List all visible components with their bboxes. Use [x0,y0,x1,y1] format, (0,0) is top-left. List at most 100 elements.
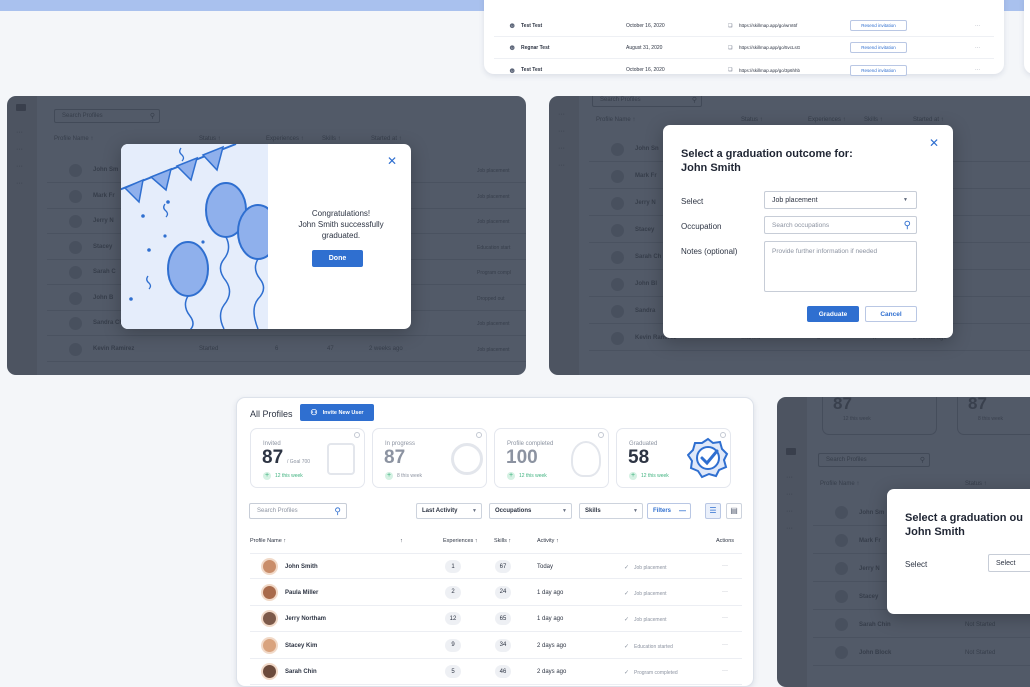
col-header-skills[interactable]: Skills ↑ [494,538,511,544]
table-row[interactable]: Stacey Kim 9 34 2 days ago ✓ Education starte… [250,633,742,659]
profile-name[interactable]: Sarah Chin [285,669,317,675]
invite-link[interactable]: https://skillmap.app/go/wrnt6f [739,23,797,28]
profile-name: John Sn [635,146,659,152]
more-actions-icon[interactable]: ··· [722,642,728,648]
graduation-modal-partial: Select a graduation ou John Smith Select… [887,489,1030,614]
avatar [611,143,624,156]
avatar [835,618,848,631]
col-header-name[interactable]: Profile Name ↑ [250,538,286,544]
occupations-value: Occupations [495,508,532,514]
invite-link[interactable]: https://skillmap.app/go/5vcLsG [739,45,800,50]
search-placeholder: Search Profiles [600,97,641,103]
invite-date: August 31, 2020 [626,44,663,51]
modal-title-line-1: Select a graduation ou [905,512,1023,524]
more-actions-icon[interactable]: ··· [722,563,728,569]
modal-title-line-2: John Smith [681,162,741,174]
congrats-line-2: John Smith successfully [298,220,384,229]
skills-dropdown[interactable]: Skills ▼ [579,503,643,519]
outcome-select[interactable]: Select [988,554,1030,572]
sort-dropdown[interactable]: Last Activity ▼ [416,503,482,519]
more-actions-icon[interactable]: ··· [722,668,728,674]
stat-value: 58 [628,447,650,468]
search-icon: ⚲ [691,97,697,104]
copy-link-icon[interactable]: ❏ [728,67,732,73]
cancel-button[interactable]: Cancel [865,306,917,322]
col-header-sort-arrow[interactable]: ↑ [400,538,403,544]
skills: 47 [327,345,334,352]
profile-name[interactable]: John Smith [285,564,318,570]
status: Not Started [965,650,996,656]
stat-value: 100 [506,447,538,468]
invite-new-user-button[interactable]: ⚇ Invite New User [300,404,374,421]
status: Started [199,345,219,352]
info-icon[interactable] [354,432,360,438]
info-icon[interactable] [720,432,726,438]
copy-link-icon[interactable]: ❏ [728,45,732,51]
stat-delta: 12 this week [275,473,303,479]
occupation-search-input[interactable]: Search occupations ⚲ [764,216,917,234]
outcome-select[interactable]: Job placement ▼ [764,191,917,209]
copy-link-icon[interactable]: ❏ [728,23,732,29]
table-row: Kevin Ramirez Started 6 47 2 weeks ago Job pl… [47,337,526,362]
card-view-icon[interactable]: ▤ [726,503,742,519]
resend-invitation-button[interactable]: Resend invitation [850,20,907,31]
profile-name: Sarah Ch [635,254,662,260]
col-header-activity[interactable]: Activity ↑ [537,538,559,544]
started-at: 2 weeks ago [369,345,403,352]
profile-name[interactable]: Stacey Kim [285,643,317,649]
resend-invitation-button[interactable]: Resend invitation [850,42,907,53]
profile-name: John Sm [93,167,119,173]
search-input[interactable]: Search Profiles ⚲ [818,453,930,467]
profile-name[interactable]: Paula Miller [285,590,318,596]
more-actions-icon[interactable]: ··· [722,615,728,621]
profile-name[interactable]: Jerry Northam [285,616,326,622]
done-button[interactable]: Done [312,250,363,267]
more-icon[interactable]: ··· [975,23,980,29]
experiences-count: 1 [445,560,461,573]
sidebar: ··· ··· ··· ··· [549,96,579,375]
stat-delta: 12 this week [641,473,669,479]
trend-up-icon: + [629,472,637,480]
table-row[interactable]: John Smith 1 67 Today ✓ Job placement ··· [250,553,742,579]
table-row[interactable]: Jerry Northam 12 65 1 day ago ✓ Job placement… [250,606,742,632]
table-row[interactable]: Sarah Chin 5 46 2 days ago ✓ Program complete… [250,659,742,685]
stat-ghost-delta: 12 this week [843,416,871,422]
filters-button[interactable]: Filters — [647,503,691,519]
invites-card: ☻ Test Test October 16, 2020 ❏ https://s… [484,0,1004,76]
list-view-icon[interactable]: ☰ [705,503,721,519]
more-actions-icon[interactable]: ··· [722,589,728,595]
more-icon[interactable]: ··· [975,67,980,73]
invite-name: Test Test [521,67,543,73]
more-icon[interactable]: ··· [975,45,980,51]
filters-label: Filters [653,508,672,514]
table-row[interactable]: Paula Miller 2 24 1 day ago ✓ Job placement ··… [250,580,742,606]
folder-icon [786,448,796,455]
menu-dots: ··· ··· ··· ··· [558,111,565,169]
avatar [69,189,82,203]
col-header-experiences[interactable]: Experiences ↑ [443,538,478,544]
resend-invitation-button[interactable]: Resend invitation [850,64,907,76]
search-input[interactable]: Search Profiles ⚲ [249,503,347,519]
outcome-badge: Job placement [477,346,510,353]
search-input[interactable]: Search Profiles ⚲ [592,96,702,107]
search-icon[interactable]: ⚲ [904,220,911,231]
notes-textarea[interactable]: Provide further information if needed [764,241,917,292]
close-icon[interactable]: ✕ [929,137,939,149]
header-name: Profile Name ↑ [820,481,860,487]
invite-row: ☻ Regnar Test August 31, 2020 ❏ https://… [494,37,994,59]
close-icon[interactable]: ✕ [387,155,397,167]
invite-link[interactable]: https://skillmap.app/go/3p6hhb [739,68,800,73]
check-icon: ✓ [624,617,630,623]
info-icon[interactable] [476,432,482,438]
occupations-dropdown[interactable]: Occupations ▼ [489,503,572,519]
badge-check-icon [687,437,729,479]
search-placeholder: Search Profiles [257,508,298,514]
search-icon[interactable]: ⚲ [334,506,341,517]
menu-dots: ··· ··· ··· ··· [786,474,793,532]
congrats-line-1: Congratulations! [311,209,371,218]
last-activity: 2 days ago [537,642,567,649]
user-icon: ☻ [508,21,517,30]
search-input[interactable]: Search Profiles ⚲ [54,109,160,123]
graduate-button[interactable]: Graduate [807,306,859,322]
info-icon[interactable] [598,432,604,438]
